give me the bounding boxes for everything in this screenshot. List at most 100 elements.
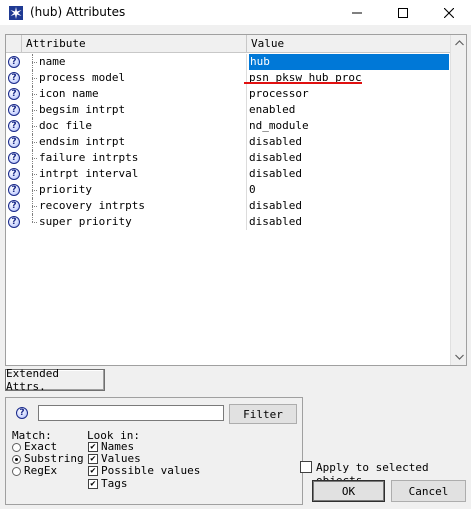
cancel-button[interactable]: Cancel	[391, 480, 466, 502]
attribute-help-cell[interactable]: ?	[6, 118, 22, 134]
attribute-help-cell[interactable]: ?	[6, 150, 22, 166]
attribute-name-cell[interactable]: process model	[22, 70, 247, 86]
tree-branch	[32, 62, 37, 63]
table-row[interactable]: ? process model psn_pksw_hub_proc	[6, 70, 453, 86]
attribute-value-cell[interactable]: disabled	[247, 134, 453, 150]
attribute-name-cell[interactable]: begsim intrpt	[22, 102, 247, 118]
attribute-name: doc file	[39, 119, 92, 132]
header-value[interactable]: Value	[247, 35, 453, 53]
attribute-name-cell[interactable]: name	[22, 54, 247, 70]
attribute-help-cell[interactable]: ?	[6, 182, 22, 198]
attribute-value: 0	[249, 183, 256, 196]
vertical-scrollbar[interactable]	[450, 35, 466, 365]
attribute-name: intrpt interval	[39, 167, 139, 180]
attribute-value: disabled	[249, 199, 302, 212]
red-annotation-underline	[244, 82, 362, 84]
attribute-name-cell[interactable]: failure intrpts	[22, 150, 247, 166]
table-row[interactable]: ? name hub	[6, 54, 453, 70]
filter-panel: ? Filter Match: Exact Substring RegEx Lo…	[5, 397, 303, 505]
tree-line	[32, 214, 33, 222]
filter-input[interactable]	[38, 405, 224, 421]
help-icon: ?	[8, 136, 20, 148]
attribute-name: super priority	[39, 215, 132, 228]
attribute-help-cell[interactable]: ?	[6, 214, 22, 230]
attribute-value-cell[interactable]: 0	[247, 182, 453, 198]
help-icon: ?	[8, 88, 20, 100]
lookin-possible-values-label: Possible values	[101, 464, 201, 477]
checkbox-box: ✔	[88, 442, 98, 452]
table-row[interactable]: ? doc file nd_module	[6, 118, 453, 134]
table-row[interactable]: ? super priority disabled	[6, 214, 453, 230]
tree-branch	[32, 206, 37, 207]
attribute-name-cell[interactable]: icon name	[22, 86, 247, 102]
attribute-name-cell[interactable]: intrpt interval	[22, 166, 247, 182]
help-icon: ?	[8, 184, 20, 196]
attribute-value-cell[interactable]: hub	[247, 54, 453, 70]
attribute-name-cell[interactable]: super priority	[22, 214, 247, 230]
tree-branch	[32, 174, 37, 175]
table-row[interactable]: ? recovery intrpts disabled	[6, 198, 453, 214]
help-icon: ?	[8, 200, 20, 212]
attribute-help-cell[interactable]: ?	[6, 166, 22, 182]
scroll-up-button[interactable]	[451, 35, 467, 51]
scroll-down-button[interactable]	[451, 349, 467, 365]
table-rows: ? name hub? process model psn_pksw_hub_proc?…	[6, 54, 453, 230]
table-row[interactable]: ? begsim intrpt enabled	[6, 102, 453, 118]
attribute-help-cell[interactable]: ?	[6, 54, 22, 70]
attribute-value: enabled	[249, 103, 296, 116]
attribute-value-cell[interactable]: disabled	[247, 150, 453, 166]
table-row[interactable]: ? failure intrpts disabled	[6, 150, 453, 166]
extended-attrs-button[interactable]: Extended Attrs.	[5, 367, 105, 393]
lookin-tags-checkbox[interactable]: ✔ Tags	[88, 478, 128, 490]
attribute-name: begsim intrpt	[39, 103, 126, 116]
help-icon[interactable]: ?	[16, 407, 28, 419]
tree-branch	[32, 158, 37, 159]
minimize-button[interactable]	[339, 0, 375, 25]
attribute-value-cell[interactable]: disabled	[247, 198, 453, 214]
radio-circle	[12, 466, 21, 476]
tree-branch	[32, 126, 37, 127]
attribute-help-cell[interactable]: ?	[6, 102, 22, 118]
attribute-help-cell[interactable]: ?	[6, 134, 22, 150]
attribute-help-cell[interactable]: ?	[6, 70, 22, 86]
help-icon: ?	[8, 104, 20, 116]
attribute-value-cell[interactable]: nd_module	[247, 118, 453, 134]
tree-branch	[32, 94, 37, 95]
attribute-value-cell[interactable]: disabled	[247, 214, 453, 230]
ok-button-label: OK	[341, 484, 356, 498]
header-attribute[interactable]: Attribute	[22, 35, 247, 53]
attribute-help-cell[interactable]: ?	[6, 198, 22, 214]
attribute-value-cell[interactable]: enabled	[247, 102, 453, 118]
maximize-button[interactable]	[385, 0, 421, 25]
help-icon: ?	[8, 216, 20, 228]
tree-branch	[32, 78, 37, 79]
attribute-name-cell[interactable]: doc file	[22, 118, 247, 134]
close-button[interactable]	[431, 0, 467, 25]
table-row[interactable]: ? endsim intrpt disabled	[6, 134, 453, 150]
filter-button[interactable]: Filter	[229, 404, 297, 424]
tree-branch	[32, 142, 37, 143]
attribute-value-cell[interactable]: processor	[247, 86, 453, 102]
checkbox-box: ✔	[88, 466, 98, 476]
attribute-name-cell[interactable]: recovery intrpts	[22, 198, 247, 214]
attribute-value: processor	[249, 87, 309, 100]
radio-circle	[12, 454, 21, 464]
attribute-table: Attribute Value ? name hub? process model ps…	[5, 34, 467, 366]
checkbox-box: ✔	[88, 454, 98, 464]
attribute-value-cell[interactable]: disabled	[247, 166, 453, 182]
match-regex-label: RegEx	[24, 464, 58, 477]
ok-button[interactable]: OK	[312, 480, 385, 502]
table-row[interactable]: ? icon name processor	[6, 86, 453, 102]
minimize-icon	[352, 12, 362, 13]
header-corner	[6, 35, 22, 52]
table-header: Attribute Value	[6, 35, 453, 53]
table-row[interactable]: ? priority 0	[6, 182, 453, 198]
lookin-possible-values-checkbox[interactable]: ✔ Possible values	[88, 465, 200, 477]
apply-to-selected-checkbox[interactable]	[300, 461, 312, 473]
attribute-help-cell[interactable]: ?	[6, 86, 22, 102]
match-regex-radio[interactable]: RegEx	[12, 465, 57, 477]
attribute-name-cell[interactable]: endsim intrpt	[22, 134, 247, 150]
tree-branch	[32, 110, 37, 111]
attribute-name-cell[interactable]: priority	[22, 182, 247, 198]
table-row[interactable]: ? intrpt interval disabled	[6, 166, 453, 182]
